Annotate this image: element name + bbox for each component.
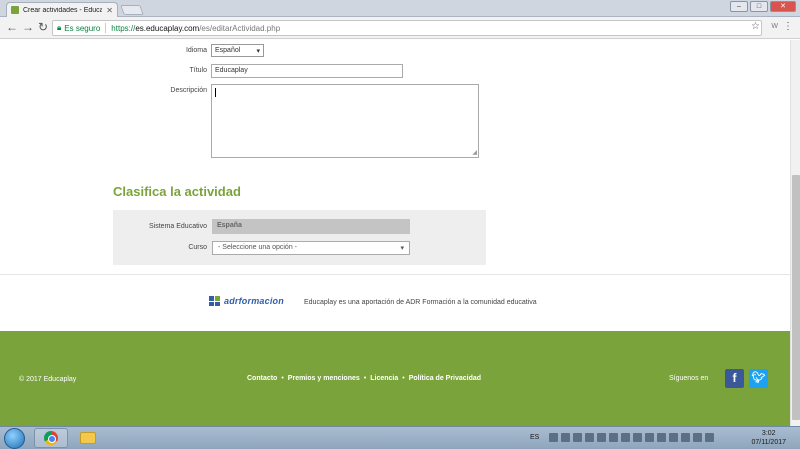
taskbar-explorer[interactable] <box>71 428 105 448</box>
windows-taskbar: ES 3:02 07/11/2017 <box>0 426 800 449</box>
close-window-button[interactable]: ✕ <box>770 1 796 12</box>
extension-icon[interactable]: W <box>771 23 778 30</box>
taskbar-chrome[interactable] <box>34 428 68 448</box>
url-scheme: https:// <box>111 23 136 33</box>
link-separator: • <box>402 375 405 382</box>
course-label: Curso <box>188 244 207 251</box>
dropdown-arrow-icon: ▾ <box>400 245 404 252</box>
back-icon[interactable]: ← <box>6 21 18 33</box>
footer-link-licencia[interactable]: Licencia <box>370 375 398 382</box>
tray-app-icon[interactable] <box>609 433 618 442</box>
flag-icon[interactable] <box>693 433 702 442</box>
tray-app-icon[interactable] <box>561 433 570 442</box>
browser-toolbar: ← → ↻ 🔒︎ Es seguro https://es.educaplay.… <box>0 17 800 39</box>
adr-logo-icon <box>209 296 221 306</box>
url-path: /es/editarActividad.php <box>199 23 281 33</box>
system-value: España <box>212 219 410 234</box>
tray-app-icon[interactable] <box>657 433 666 442</box>
link-separator: • <box>363 375 367 382</box>
link-separator: • <box>281 375 284 382</box>
language-value: Español <box>215 47 241 54</box>
course-placeholder: - Seleccione una opción - <box>218 244 297 251</box>
minimize-button[interactable]: – <box>730 1 748 12</box>
adr-logo[interactable]: adrformacion <box>209 296 284 306</box>
footer-link-privacidad[interactable]: Política de Privacidad <box>409 375 481 382</box>
partner-caption: Educaplay es una aportación de ADR Forma… <box>304 299 537 306</box>
copyright-text: © 2017 Educaplay <box>19 376 77 383</box>
tray-app-icon[interactable] <box>669 433 678 442</box>
classify-panel: Sistema Educativo España Curso - Selecci… <box>113 210 486 265</box>
chrome-icon <box>44 431 58 445</box>
tray-app-icon[interactable] <box>573 433 582 442</box>
close-tab-icon[interactable]: ✕ <box>106 6 113 15</box>
dropdown-arrow-icon: ▾ <box>256 47 260 55</box>
forward-icon[interactable]: → <box>22 21 34 33</box>
volume-icon[interactable] <box>645 433 654 442</box>
tab-title: Crear actividades - Educa <box>23 6 103 14</box>
section-divider <box>0 274 790 275</box>
browser-tab[interactable]: Crear actividades - Educa ✕ <box>6 2 118 17</box>
course-select[interactable]: - Seleccione una opción - ▾ <box>212 241 410 255</box>
classify-heading: Clasifica la actividad <box>113 184 241 199</box>
new-tab-button[interactable] <box>120 5 144 15</box>
lock-icon: 🔒︎ <box>57 23 62 32</box>
reload-icon[interactable]: ↻ <box>38 21 48 33</box>
tray-app-icon[interactable] <box>597 433 606 442</box>
folder-icon <box>80 432 96 444</box>
start-button[interactable] <box>4 428 25 449</box>
bookmark-star-icon[interactable]: ☆ <box>751 21 760 32</box>
page-content: Idioma Español ▾ Título Educaplay Descri… <box>0 40 790 426</box>
browser-menu-icon[interactable]: ⋮ <box>783 21 793 32</box>
language-label: Idioma <box>185 47 207 54</box>
description-label: Descripción <box>170 87 207 94</box>
system-tray-icons <box>549 433 714 442</box>
twitter-icon[interactable]: 🐦︎ <box>749 369 768 388</box>
url-text: https://es.educaplay.com/es/editarActivi… <box>111 24 280 33</box>
url-host: es.educaplay.com <box>135 23 200 33</box>
follow-label: Síguenos en <box>669 375 709 382</box>
browser-tab-strip: Crear actividades - Educa ✕ – □ ✕ <box>0 0 800 17</box>
footer-link-premios[interactable]: Premios y menciones <box>288 375 360 382</box>
resize-grip-icon[interactable]: ◢ <box>472 150 477 156</box>
tray-language[interactable]: ES <box>530 434 539 441</box>
tray-app-icon[interactable] <box>621 433 630 442</box>
title-label: Título <box>189 67 207 74</box>
clock-time: 3:02 <box>761 430 776 437</box>
facebook-icon[interactable]: f <box>725 369 744 388</box>
maximize-button[interactable]: □ <box>750 1 768 12</box>
title-input[interactable]: Educaplay <box>211 64 403 78</box>
clock-date: 07/11/2017 <box>751 439 786 446</box>
description-textarea[interactable]: ◢ <box>211 84 479 158</box>
footer-link-contacto[interactable]: Contacto <box>247 375 277 382</box>
site-footer: © 2017 Educaplay Contacto • Premios y me… <box>0 331 790 426</box>
tray-app-icon[interactable] <box>585 433 594 442</box>
page-scrollbar[interactable] <box>790 40 800 426</box>
language-select[interactable]: Español ▾ <box>211 44 264 57</box>
secure-label: Es seguro <box>64 23 101 33</box>
footer-links: Contacto • Premios y menciones • Licenci… <box>247 375 481 382</box>
network-icon[interactable] <box>705 433 714 442</box>
tray-app-icon[interactable] <box>633 433 642 442</box>
text-caret <box>215 88 216 97</box>
taskbar-clock[interactable]: 3:02 07/11/2017 <box>751 429 786 447</box>
window-controls: – □ ✕ <box>730 1 796 12</box>
tray-app-icon[interactable] <box>681 433 690 442</box>
address-bar[interactable]: 🔒︎ Es seguro https://es.educaplay.com/es… <box>52 20 762 36</box>
educaplay-favicon-icon <box>11 6 19 14</box>
system-label: Sistema Educativo <box>149 223 207 230</box>
tray-app-icon[interactable] <box>549 433 558 442</box>
adr-logo-text: adrformacion <box>224 296 284 306</box>
scrollbar-thumb[interactable] <box>792 175 800 420</box>
url-divider <box>105 23 107 33</box>
